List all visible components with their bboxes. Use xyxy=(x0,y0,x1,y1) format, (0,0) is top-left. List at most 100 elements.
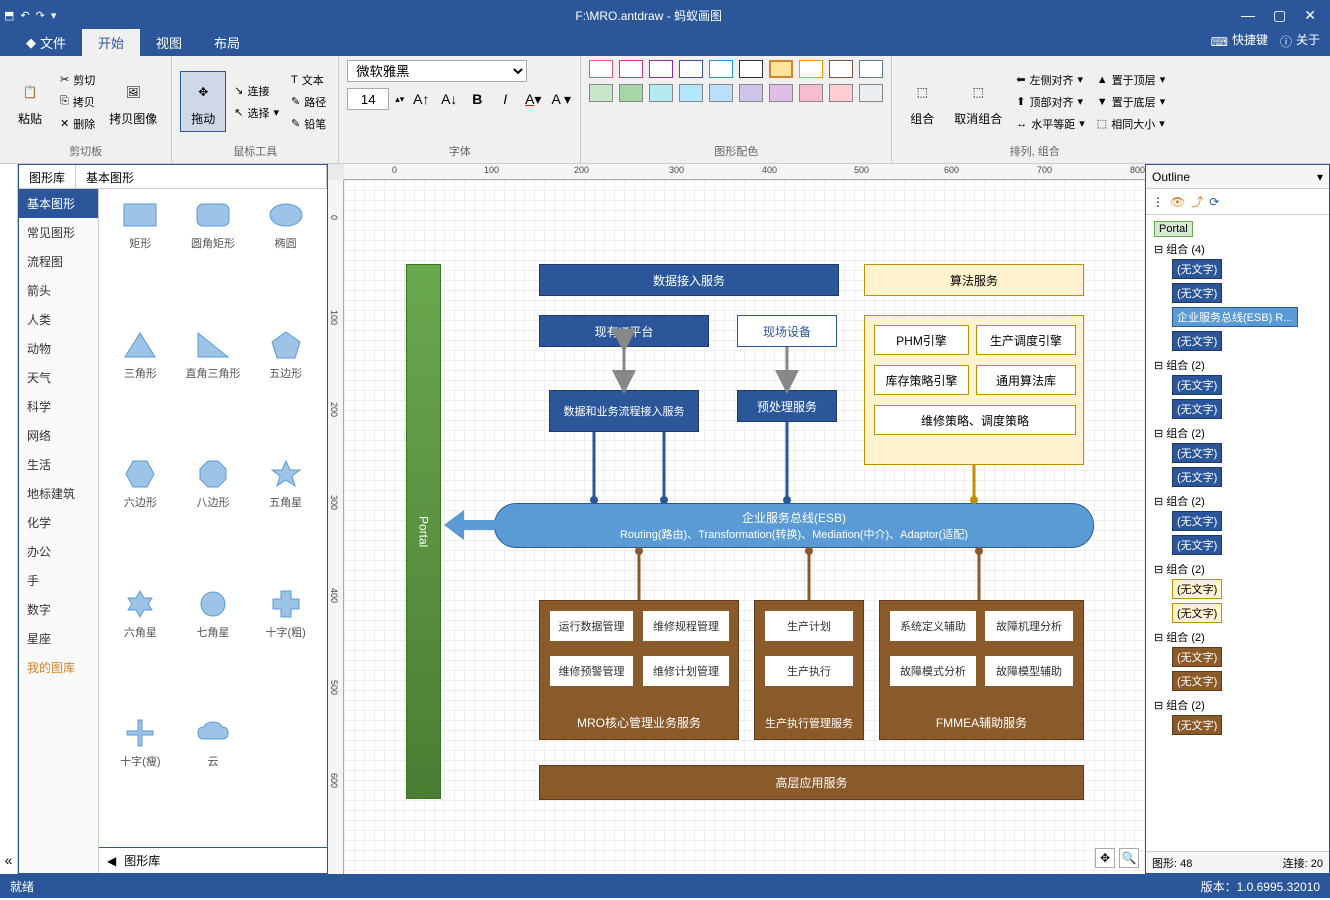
color-swatch[interactable] xyxy=(679,60,703,78)
tree-item[interactable]: 组合 (2) xyxy=(1166,428,1205,440)
redo-icon[interactable]: ↷ xyxy=(36,9,45,22)
shape-triangle[interactable]: 三角形 xyxy=(109,329,172,449)
color-swatch[interactable] xyxy=(829,60,853,78)
cat-item[interactable]: 网络 xyxy=(19,421,98,450)
color-swatch[interactable] xyxy=(709,84,733,102)
shape-star5[interactable]: 五角星 xyxy=(254,458,317,578)
shape-star7[interactable]: 七角星 xyxy=(182,588,245,708)
dg-prod-plan[interactable]: 生产计划 xyxy=(764,610,854,642)
tree-item[interactable]: (无文字) xyxy=(1172,443,1222,463)
cat-item[interactable]: 生活 xyxy=(19,450,98,479)
select-tool[interactable]: ↖ 选择 ▾ xyxy=(230,103,283,123)
cat-item[interactable]: 星座 xyxy=(19,624,98,653)
tree-share-icon[interactable]: ⤴ xyxy=(1191,193,1203,210)
tree-item[interactable]: (无文字) xyxy=(1172,283,1222,303)
color-swatch[interactable] xyxy=(739,84,763,102)
shortcut-button[interactable]: ⌨ 快捷键 xyxy=(1211,31,1268,56)
basic-tab[interactable]: 基本图形 xyxy=(76,165,327,188)
tree-item[interactable]: (无文字) xyxy=(1172,467,1222,487)
paste-button[interactable]: 📋粘贴 xyxy=(8,72,52,131)
cut-button[interactable]: ✂ 剪切 xyxy=(56,70,99,90)
color-swatch[interactable] xyxy=(619,84,643,102)
tree-item[interactable]: (无文字) xyxy=(1172,399,1222,419)
cat-item[interactable]: 动物 xyxy=(19,334,98,363)
dg-data-biz[interactable]: 数据和业务流程接入服务 xyxy=(549,390,699,432)
dg-maint-policy[interactable]: 维修策略、调度策略 xyxy=(874,405,1076,435)
color-swatch[interactable] xyxy=(829,84,853,102)
copy-button[interactable]: ⎘ 拷贝 xyxy=(56,92,99,112)
cat-item[interactable]: 数字 xyxy=(19,595,98,624)
cat-item[interactable]: 手 xyxy=(19,566,98,595)
tree-item[interactable]: (无文字) xyxy=(1172,535,1222,555)
color-swatch[interactable] xyxy=(859,84,883,102)
color-swatch[interactable] xyxy=(709,60,733,78)
tree-item[interactable]: (无文字) xyxy=(1172,647,1222,667)
dist-h-button[interactable]: ↔ 水平等距 ▾ xyxy=(1012,114,1089,134)
cat-item[interactable]: 常见图形 xyxy=(19,218,98,247)
cat-item[interactable]: 办公 xyxy=(19,537,98,566)
zoom-search-icon[interactable]: 🔍 xyxy=(1119,848,1139,868)
minimize-icon[interactable]: — xyxy=(1241,7,1255,24)
dg-sys-def[interactable]: 系统定义辅助 xyxy=(889,610,977,642)
connect-tool[interactable]: ↘ 连接 xyxy=(230,81,283,101)
tab-start[interactable]: 开始 xyxy=(82,29,140,56)
dg-algo-svc[interactable]: 算法服务 xyxy=(864,264,1084,296)
dg-field-device[interactable]: 现场设备 xyxy=(737,315,837,347)
about-button[interactable]: ⓘ 关于 xyxy=(1280,31,1320,56)
dg-data-access[interactable]: 数据接入服务 xyxy=(539,264,839,296)
path-tool[interactable]: ✎ 路径 xyxy=(287,92,330,112)
tree-item[interactable]: 企业服务总线(ESB) R... xyxy=(1172,307,1298,327)
dg-prod-sched[interactable]: 生产调度引擎 xyxy=(976,325,1076,355)
tree-item[interactable]: 组合 (4) xyxy=(1166,244,1205,256)
bring-front-button[interactable]: ▲ 置于顶层 ▾ xyxy=(1093,70,1169,90)
send-back-button[interactable]: ▼ 置于底层 ▾ xyxy=(1093,92,1169,112)
tree-item[interactable]: 组合 (2) xyxy=(1166,632,1205,644)
color-swatch[interactable] xyxy=(589,60,613,78)
align-left-button[interactable]: ⬅ 左侧对齐 ▾ xyxy=(1012,70,1089,90)
copy-image-button[interactable]: 🖼拷贝图像 xyxy=(103,72,163,131)
shape-hexagon[interactable]: 六边形 xyxy=(109,458,172,578)
tree-refresh-icon[interactable]: ⟳ xyxy=(1209,195,1219,209)
dg-it-platform[interactable]: 现有IT平台 xyxy=(539,315,709,347)
same-size-button[interactable]: ⬚ 相同大小 ▾ xyxy=(1093,114,1169,134)
highlight-button[interactable]: A ▾ xyxy=(550,88,572,110)
font-grow-icon[interactable]: A↑ xyxy=(410,88,432,110)
cat-item[interactable]: 人类 xyxy=(19,305,98,334)
shape-pentagon[interactable]: 五边形 xyxy=(254,329,317,449)
undo-icon[interactable]: ↶ xyxy=(20,9,29,22)
dg-esb[interactable]: 企业服务总线(ESB)Routing(路由)、Transformation(转换… xyxy=(494,503,1094,548)
cat-item[interactable]: 箭头 xyxy=(19,276,98,305)
cat-item[interactable]: 我的图库 xyxy=(19,653,98,682)
font-color-button[interactable]: A ▾ xyxy=(522,88,544,110)
back-icon[interactable]: ◀ xyxy=(107,854,116,868)
color-swatch[interactable] xyxy=(649,84,673,102)
maximize-icon[interactable]: ▢ xyxy=(1273,7,1286,24)
tree-item[interactable]: 组合 (2) xyxy=(1166,564,1205,576)
color-swatch[interactable] xyxy=(769,84,793,102)
zoom-fit-icon[interactable]: ✥ xyxy=(1095,848,1115,868)
tree-item[interactable]: (无文字) xyxy=(1172,375,1222,395)
color-swatch[interactable] xyxy=(649,60,673,78)
tree-item[interactable]: 组合 (2) xyxy=(1166,360,1205,372)
color-swatch[interactable] xyxy=(739,60,763,78)
cat-item[interactable]: 基本图形 xyxy=(19,189,98,218)
dg-high-app[interactable]: 高层应用服务 xyxy=(539,765,1084,800)
color-swatch[interactable] xyxy=(619,60,643,78)
tree-item[interactable]: Portal xyxy=(1154,221,1193,237)
shape-cross-thick[interactable]: 十字(粗) xyxy=(254,588,317,708)
font-name-select[interactable]: 微软雅黑 xyxy=(347,60,527,82)
color-swatch[interactable] xyxy=(679,84,703,102)
close-icon[interactable]: ✕ xyxy=(1304,7,1316,24)
tree-item[interactable]: (无文字) xyxy=(1172,331,1222,351)
dg-maint-plan[interactable]: 维修计划管理 xyxy=(642,655,730,687)
dg-common-algo[interactable]: 通用算法库 xyxy=(976,365,1076,395)
color-swatch[interactable] xyxy=(859,60,883,78)
dg-prod-exec[interactable]: 生产执行 xyxy=(764,655,854,687)
shape-roundrect[interactable]: 圆角矩形 xyxy=(182,199,245,319)
tree-item[interactable]: (无文字) xyxy=(1172,603,1222,623)
dg-fault-mode[interactable]: 故障模式分析 xyxy=(889,655,977,687)
cat-item[interactable]: 天气 xyxy=(19,363,98,392)
tab-layout[interactable]: 布局 xyxy=(198,29,256,56)
shape-rect[interactable]: 矩形 xyxy=(109,199,172,319)
tree-item[interactable]: (无文字) xyxy=(1172,511,1222,531)
